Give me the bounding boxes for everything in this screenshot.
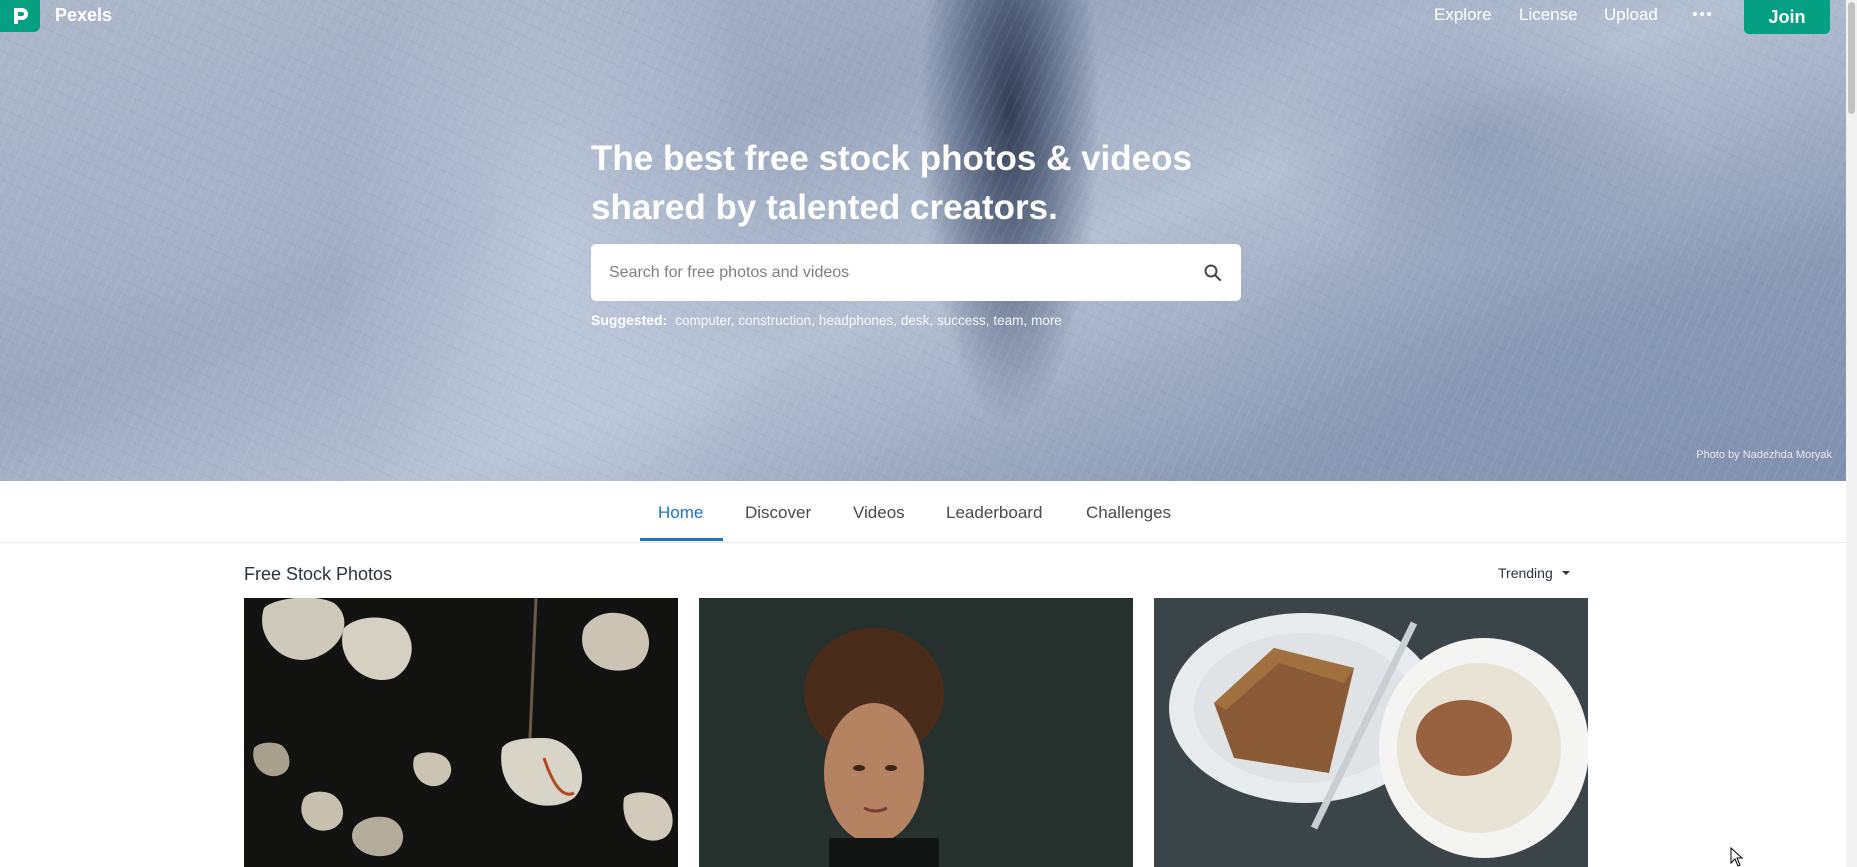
portrait-photo-image: [699, 598, 1133, 867]
coffee-cake-photo[interactable]: [1154, 598, 1588, 867]
nav-explore[interactable]: Explore: [1434, 5, 1492, 25]
headline-line-2: shared by talented creators.: [591, 188, 1058, 227]
flowers-photo-image: [244, 598, 678, 867]
search-button[interactable]: [1185, 244, 1241, 301]
search-input[interactable]: [591, 244, 1185, 301]
suggested-searches: Suggested: computer, construction, headp…: [591, 312, 1062, 328]
coffee-cake-photo-image: [1154, 598, 1588, 867]
suggested-tag[interactable]: computer,: [675, 313, 734, 328]
hero-background-photo: [0, 0, 1846, 481]
page-scrollbar[interactable]: [1846, 0, 1857, 867]
portrait-photo[interactable]: [699, 598, 1133, 867]
section-title: Free Stock Photos: [244, 564, 393, 584]
tab-discover[interactable]: Discover: [745, 503, 811, 523]
search-icon: [1204, 264, 1222, 281]
search-bar[interactable]: [591, 244, 1241, 301]
tab-videos[interactable]: Videos: [853, 503, 905, 523]
nav-upload[interactable]: Upload: [1604, 5, 1658, 25]
suggested-tag[interactable]: success,: [937, 313, 990, 328]
caret-down-icon: [1561, 571, 1570, 575]
suggested-label: Suggested:: [591, 312, 668, 328]
tab-challenges[interactable]: Challenges: [1086, 503, 1171, 523]
pexels-logo-icon: [14, 8, 28, 24]
suggested-tag[interactable]: construction,: [738, 313, 815, 328]
hero-banner: Pexels Explore License Upload Join The b…: [0, 0, 1846, 481]
headline-line-1: The best free stock photos & videos: [591, 139, 1192, 178]
scrollbar-thumb[interactable]: [1848, 2, 1855, 114]
brand-name[interactable]: Pexels: [55, 5, 112, 26]
tab-leaderboard[interactable]: Leaderboard: [946, 503, 1042, 523]
tab-home[interactable]: Home: [658, 503, 703, 523]
active-tab-indicator: [640, 538, 723, 541]
pexels-logo[interactable]: [0, 0, 40, 32]
sort-dropdown[interactable]: Trending: [1498, 565, 1571, 581]
hero-headline: The best free stock photos & videos shar…: [591, 134, 1251, 232]
join-button[interactable]: Join: [1744, 0, 1830, 34]
section-tabs: Home Discover Videos Leaderboard Challen…: [0, 481, 1846, 543]
sort-label: Trending: [1498, 565, 1553, 581]
mouse-cursor-icon: [1730, 847, 1744, 867]
suggested-more-link[interactable]: more: [1031, 313, 1062, 328]
ellipsis-icon[interactable]: [1691, 6, 1713, 22]
suggested-tag[interactable]: headphones,: [819, 313, 897, 328]
suggested-tag[interactable]: desk,: [901, 313, 933, 328]
photo-credit[interactable]: Photo by Nadezhda Moryak: [1696, 449, 1832, 461]
suggested-tag[interactable]: team,: [993, 313, 1027, 328]
flowers-photo[interactable]: [244, 598, 678, 867]
nav-license[interactable]: License: [1519, 5, 1578, 25]
